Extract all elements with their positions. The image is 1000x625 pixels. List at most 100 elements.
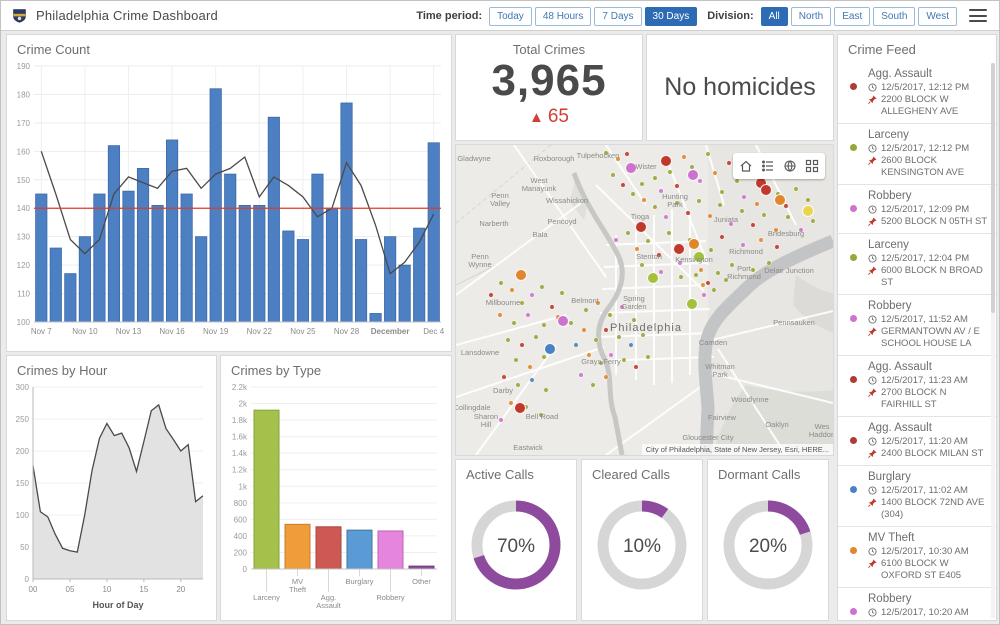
app-title: Philadelphia Crime Dashboard (36, 8, 218, 23)
division-button-south[interactable]: South (873, 7, 915, 26)
feed-item[interactable]: Larceny12/5/2017, 12:04 PM6000 BLOCK N B… (838, 234, 996, 295)
pushpin-icon (868, 559, 877, 568)
svg-text:Grays Ferry: Grays Ferry (581, 357, 621, 366)
svg-text:2k: 2k (239, 400, 248, 409)
crime-type-dot (850, 83, 857, 90)
svg-text:Nov 13: Nov 13 (116, 327, 142, 336)
svg-text:Richmond: Richmond (729, 247, 763, 256)
feed-scrollbar-thumb[interactable] (991, 63, 995, 313)
crime-type-dot (850, 437, 857, 444)
feed-item[interactable]: Robbery12/5/2017, 10:20 AM4800 BLOCK CHE… (838, 588, 996, 620)
svg-text:10%: 10% (623, 536, 661, 557)
feed-address: 5200 BLOCK N 05TH ST (881, 216, 987, 228)
feed-address-row: 6100 BLOCK W OXFORD ST E405 (868, 558, 988, 582)
feed-item[interactable]: Robbery 12/5/2017, 11:52 AMGERMANTOWN AV … (838, 295, 996, 356)
division-button-west[interactable]: West (918, 7, 957, 26)
division-button-north[interactable]: North (791, 7, 831, 26)
crime-feed-panel: Crime Feed Agg. Assault 12/5/2017, 12:12 … (837, 34, 997, 621)
feed-item[interactable]: Larceny 12/5/2017, 12:12 PM2600 BLOCK KEN… (838, 124, 996, 185)
feed-crime-type: Agg. Assault (868, 68, 988, 80)
feed-time-row: 12/5/2017, 12:12 PM (868, 143, 988, 155)
pushpin-icon (868, 327, 877, 336)
crime-type-dot (850, 376, 857, 383)
clock-icon (868, 144, 877, 153)
feed-address: 6000 BLOCK N BROAD ST (881, 265, 988, 289)
feed-crime-type: MV Theft (868, 532, 988, 544)
feed-time: 12/5/2017, 11:02 AM (881, 485, 968, 497)
crimes-by-type-chart: 02004006008001k1.2k1.4k1.6k1.8k2k2.2kLar… (221, 379, 447, 617)
svg-text:1.6k: 1.6k (232, 433, 248, 442)
time-period-button-48-hours[interactable]: 48 Hours (535, 7, 592, 26)
feed-crime-type: Robbery (868, 300, 988, 312)
feed-item[interactable]: Agg. Assault12/5/2017, 11:20 AM2400 BLOC… (838, 417, 996, 466)
svg-text:Tioga: Tioga (631, 212, 650, 221)
division-label: Division: (707, 10, 753, 22)
menu-icon[interactable] (969, 9, 987, 22)
cleared-calls-gauge: 10% (590, 493, 694, 597)
crime-feed-title: Crime Feed (838, 35, 996, 58)
feed-address-row: GERMANTOWN AV / E SCHOOL HOUSE LA (868, 326, 988, 350)
svg-text:200: 200 (16, 447, 30, 456)
svg-text:Gladwyne: Gladwyne (457, 154, 490, 163)
svg-text:Kensington: Kensington (675, 255, 713, 264)
feed-address: 1400 BLOCK 72ND AVE (304) (881, 497, 988, 521)
svg-text:Millbourne: Millbourne (486, 298, 521, 307)
feed-time-row: 12/5/2017, 11:02 AM (868, 485, 988, 497)
svg-text:600: 600 (234, 515, 248, 524)
feed-scrollbar[interactable] (991, 63, 995, 618)
svg-text:Dec 4: Dec 4 (423, 327, 444, 336)
pushpin-icon (868, 266, 877, 275)
feed-address-row: 2600 BLOCK KENSINGTON AVE (868, 155, 988, 179)
svg-text:100: 100 (16, 511, 30, 520)
feed-time-row: 12/5/2017, 10:30 AM (868, 546, 988, 558)
division-button-all[interactable]: All (761, 7, 788, 26)
feed-address: 2700 BLOCK N FAIRHILL ST (881, 387, 988, 411)
time-period-button-7-days[interactable]: 7 Days (594, 7, 641, 26)
svg-text:Darby: Darby (493, 386, 513, 395)
feed-item[interactable]: Robbery12/5/2017, 12:09 PM5200 BLOCK N 0… (838, 185, 996, 234)
svg-text:Stenton: Stenton (636, 252, 662, 261)
feed-address: 2400 BLOCK MILAN ST (881, 448, 983, 460)
feed-time: 12/5/2017, 12:12 PM (881, 82, 969, 94)
time-period-button-today[interactable]: Today (489, 7, 532, 26)
map-basemap-button[interactable] (801, 157, 823, 175)
svg-text:70%: 70% (497, 536, 535, 557)
svg-text:Woodlynne: Woodlynne (731, 395, 768, 404)
svg-text:170: 170 (17, 119, 31, 128)
svg-text:800: 800 (234, 499, 248, 508)
svg-text:15: 15 (139, 585, 148, 594)
feed-item[interactable]: MV Theft 12/5/2017, 10:30 AM6100 BLOCK W … (838, 527, 996, 588)
crime-type-dot (850, 254, 857, 261)
map-legend-button[interactable] (757, 157, 779, 175)
feed-address-row: 5200 BLOCK N 05TH ST (868, 216, 988, 228)
division-button-east[interactable]: East (834, 7, 870, 26)
svg-text:Nov 22: Nov 22 (247, 327, 273, 336)
feed-address-row: 2400 BLOCK MILAN ST (868, 448, 988, 460)
time-period-button-30-days[interactable]: 30 Days (645, 7, 698, 26)
feed-time-row: 12/5/2017, 11:20 AM (868, 436, 988, 448)
feed-item[interactable]: Burglary12/5/2017, 11:02 AM1400 BLOCK 72… (838, 466, 996, 527)
svg-text:140: 140 (17, 204, 31, 213)
total-crimes-delta: ▲65 (456, 106, 642, 128)
crime-map[interactable]: GladwyneRoxboroughTulpehockenWisterFrank… (456, 145, 833, 455)
svg-text:Camden: Camden (699, 338, 727, 347)
total-crimes-panel: Total Crimes 3,965 ▲65 (455, 34, 643, 141)
clock-icon (868, 486, 877, 495)
dormant-calls-panel: Dormant Calls 20% (707, 459, 829, 621)
feed-address-row: 2200 BLOCK W ALLEGHENY AVE (868, 94, 988, 118)
map-layers-button[interactable] (779, 157, 801, 175)
feed-crime-type: Larceny (868, 129, 988, 141)
map-home-button[interactable] (735, 157, 757, 175)
feed-item[interactable]: Agg. Assault 12/5/2017, 12:12 PM2200 BLOC… (838, 63, 996, 124)
feed-time-row: 12/5/2017, 11:23 AM (868, 375, 988, 387)
svg-text:1.8k: 1.8k (232, 416, 248, 425)
feed-time-row: 12/5/2017, 11:52 AM (868, 314, 988, 326)
clock-icon (868, 437, 877, 446)
svg-text:Lansdowne: Lansdowne (461, 348, 499, 357)
feed-item[interactable]: Agg. Assault12/5/2017, 11:23 AM2700 BLOC… (838, 356, 996, 417)
crime-type-dot (850, 547, 857, 554)
svg-text:Nov 28: Nov 28 (334, 327, 360, 336)
feed-crime-type: Robbery (868, 190, 988, 202)
map-panel[interactable]: GladwyneRoxboroughTulpehockenWisterFrank… (455, 144, 834, 456)
feed-time: 12/5/2017, 11:20 AM (881, 436, 968, 448)
